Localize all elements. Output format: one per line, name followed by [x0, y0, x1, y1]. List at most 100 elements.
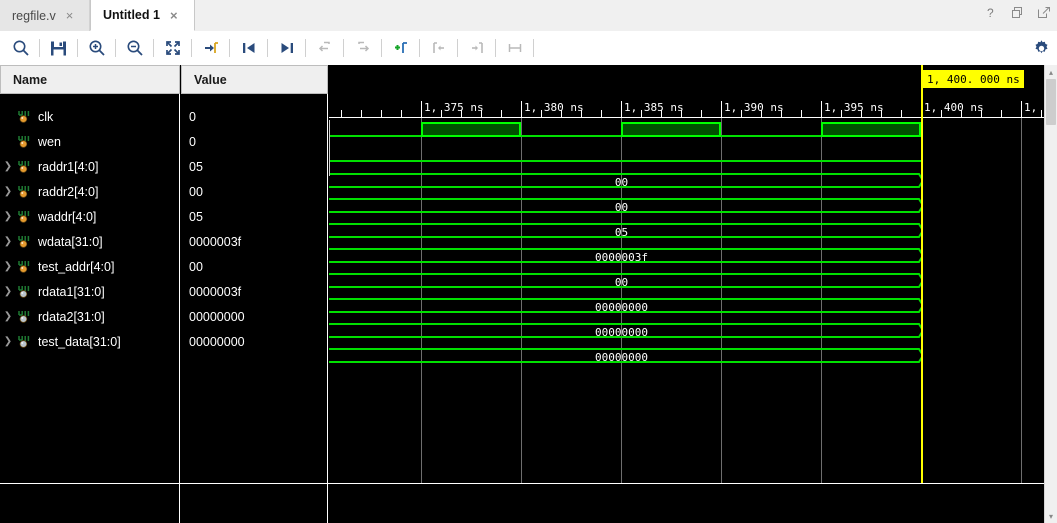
- expand-toggle-icon[interactable]: ❯: [0, 261, 16, 272]
- signal-type-icon: [16, 185, 32, 199]
- signal-type-icon: [16, 285, 32, 299]
- close-icon[interactable]: ×: [66, 9, 74, 22]
- value-column-header[interactable]: Value: [181, 65, 328, 94]
- expand-toggle-icon[interactable]: ❯: [0, 311, 16, 322]
- signal-row-wdata310[interactable]: ❯ wdata[31:0]: [0, 229, 180, 254]
- bus-value-label: 00: [329, 175, 914, 190]
- bus-segment: 00: [329, 173, 914, 188]
- measure-icon: [498, 31, 531, 65]
- ruler-time-label: 1, 400 ns: [921, 101, 984, 114]
- signal-value-cell: 00000000: [181, 329, 328, 354]
- signal-row-waddr40[interactable]: ❯ waddr[4:0]: [0, 204, 180, 229]
- wave-lane-clk: [329, 118, 1057, 143]
- waveform-canvas[interactable]: 1, 375 ns1, 380 ns1, 385 ns1, 390 ns1, 3…: [329, 65, 1057, 523]
- save-icon[interactable]: [42, 31, 75, 65]
- signal-type-icon: [16, 310, 32, 324]
- expand-toggle-icon[interactable]: ❯: [0, 186, 16, 197]
- wave-lane-waddr40: 05: [329, 218, 1057, 243]
- scrollbar-thumb[interactable]: [1046, 79, 1056, 125]
- bus-value-label: 05: [329, 225, 914, 240]
- bus-value-label: 00000000: [329, 350, 914, 365]
- restore-window-icon[interactable]: [1011, 6, 1025, 25]
- signal-row-clk[interactable]: clk: [0, 104, 180, 129]
- bus-segment: 00000000: [329, 323, 914, 338]
- float-window-icon[interactable]: [1037, 6, 1051, 25]
- signal-name-label: waddr[4:0]: [38, 210, 96, 224]
- ruler-time-label: 1, 385 ns: [621, 101, 684, 114]
- name-column-spacer: [0, 484, 180, 523]
- zoom-fit-icon[interactable]: [156, 31, 189, 65]
- expand-toggle-icon[interactable]: ❯: [0, 161, 16, 172]
- scroll-up-icon[interactable]: ▴: [1045, 66, 1057, 78]
- signal-row-wen[interactable]: wen: [0, 129, 180, 154]
- signal-value-list[interactable]: 000500050000003f000000003f00000000000000…: [181, 94, 328, 484]
- tab-label: Untitled 1: [103, 8, 160, 22]
- signal-name-list[interactable]: clkwen❯raddr1[4:0]❯raddr2[4:0]❯waddr[4:0…: [0, 94, 180, 484]
- signal-name-label: rdata1[31:0]: [38, 285, 105, 299]
- toolbar-separator: [191, 39, 192, 57]
- signal-name-label: raddr2[4:0]: [38, 185, 98, 199]
- bus-segment: 0000003f: [329, 248, 914, 263]
- scroll-down-icon[interactable]: ▾: [1045, 510, 1057, 522]
- toolbar-separator: [229, 39, 230, 57]
- search-icon[interactable]: [4, 31, 37, 65]
- signal-type-icon: [16, 335, 32, 349]
- signal-value-cell: 05: [181, 154, 328, 179]
- tab-regfile-v[interactable]: regfile.v ×: [0, 0, 90, 31]
- signal-name-label: wen: [38, 135, 61, 149]
- settings-gear-icon[interactable]: [1032, 31, 1051, 65]
- cursor-time-label: 1, 400. 000 ns: [923, 70, 1024, 88]
- previous-transition-icon[interactable]: [232, 31, 265, 65]
- expand-toggle-icon[interactable]: ❯: [0, 336, 16, 347]
- close-icon[interactable]: ×: [170, 9, 178, 22]
- signal-name-label: test_addr[4:0]: [38, 260, 114, 274]
- next-transition-icon[interactable]: [270, 31, 303, 65]
- tab-bar: regfile.v × Untitled 1 × ?: [0, 0, 1057, 32]
- wave-lane-rdata1310: 00000000: [329, 293, 1057, 318]
- cursor-line[interactable]: [921, 65, 923, 484]
- expand-toggle-icon[interactable]: ❯: [0, 236, 16, 247]
- signal-type-icon: [16, 260, 32, 274]
- expand-toggle-icon[interactable]: ❯: [0, 286, 16, 297]
- add-marker-icon[interactable]: [384, 31, 417, 65]
- signal-value-cell: 0000003f: [181, 229, 328, 254]
- expand-toggle-icon[interactable]: ❯: [0, 211, 16, 222]
- signal-row-rdata1310[interactable]: ❯ rdata1[31:0]: [0, 279, 180, 304]
- tab-untitled-1[interactable]: Untitled 1 ×: [90, 0, 195, 31]
- signal-row-raddr240[interactable]: ❯ raddr2[4:0]: [0, 179, 180, 204]
- zoom-out-icon[interactable]: [118, 31, 151, 65]
- signal-type-icon: [16, 210, 32, 224]
- signal-row-rdata2310[interactable]: ❯ rdata2[31:0]: [0, 304, 180, 329]
- vertical-scrollbar[interactable]: ▴ ▾: [1044, 65, 1057, 523]
- wave-pane-scroll-thumb[interactable]: [329, 120, 330, 176]
- bus-segment: 00: [329, 273, 914, 288]
- wave-lane-raddr140: 00: [329, 168, 1057, 193]
- signal-row-raddr140[interactable]: ❯raddr1[4:0]: [0, 154, 180, 179]
- wave-lane-wdata310: 0000003f: [329, 243, 1057, 268]
- toolbar-separator: [533, 39, 534, 57]
- bus-value-label: 00: [329, 275, 914, 290]
- signal-value-cell: 0000003f: [181, 279, 328, 304]
- name-column-header[interactable]: Name: [0, 65, 180, 94]
- signal-row-test_addr40[interactable]: ❯ test_addr[4:0]: [0, 254, 180, 279]
- svg-text:?: ?: [987, 6, 994, 20]
- wave-lane-rdata2310: 00000000: [329, 318, 1057, 343]
- window-buttons: ?: [986, 0, 1051, 31]
- bus-segment: 00000000: [329, 298, 914, 313]
- help-icon[interactable]: ?: [986, 6, 999, 25]
- signal-name-label: clk: [38, 110, 53, 124]
- toolbar-separator: [381, 39, 382, 57]
- goto-time-icon[interactable]: [194, 31, 227, 65]
- bus-segment: 05: [329, 223, 914, 238]
- signal-row-test_data310[interactable]: ❯test_data[31:0]: [0, 329, 180, 354]
- value-column-spacer: [181, 484, 328, 523]
- signal-value-cell: 05: [181, 204, 328, 229]
- wave-lane-wen: [329, 143, 1057, 168]
- signal-name-label: rdata2[31:0]: [38, 310, 105, 324]
- zoom-in-icon[interactable]: [80, 31, 113, 65]
- wave-lane-test_addr40: 00: [329, 268, 1057, 293]
- bus-segment: 00000000: [329, 348, 914, 363]
- toolbar-separator: [77, 39, 78, 57]
- toolbar-separator: [39, 39, 40, 57]
- signal-name-label: wdata[31:0]: [38, 235, 103, 249]
